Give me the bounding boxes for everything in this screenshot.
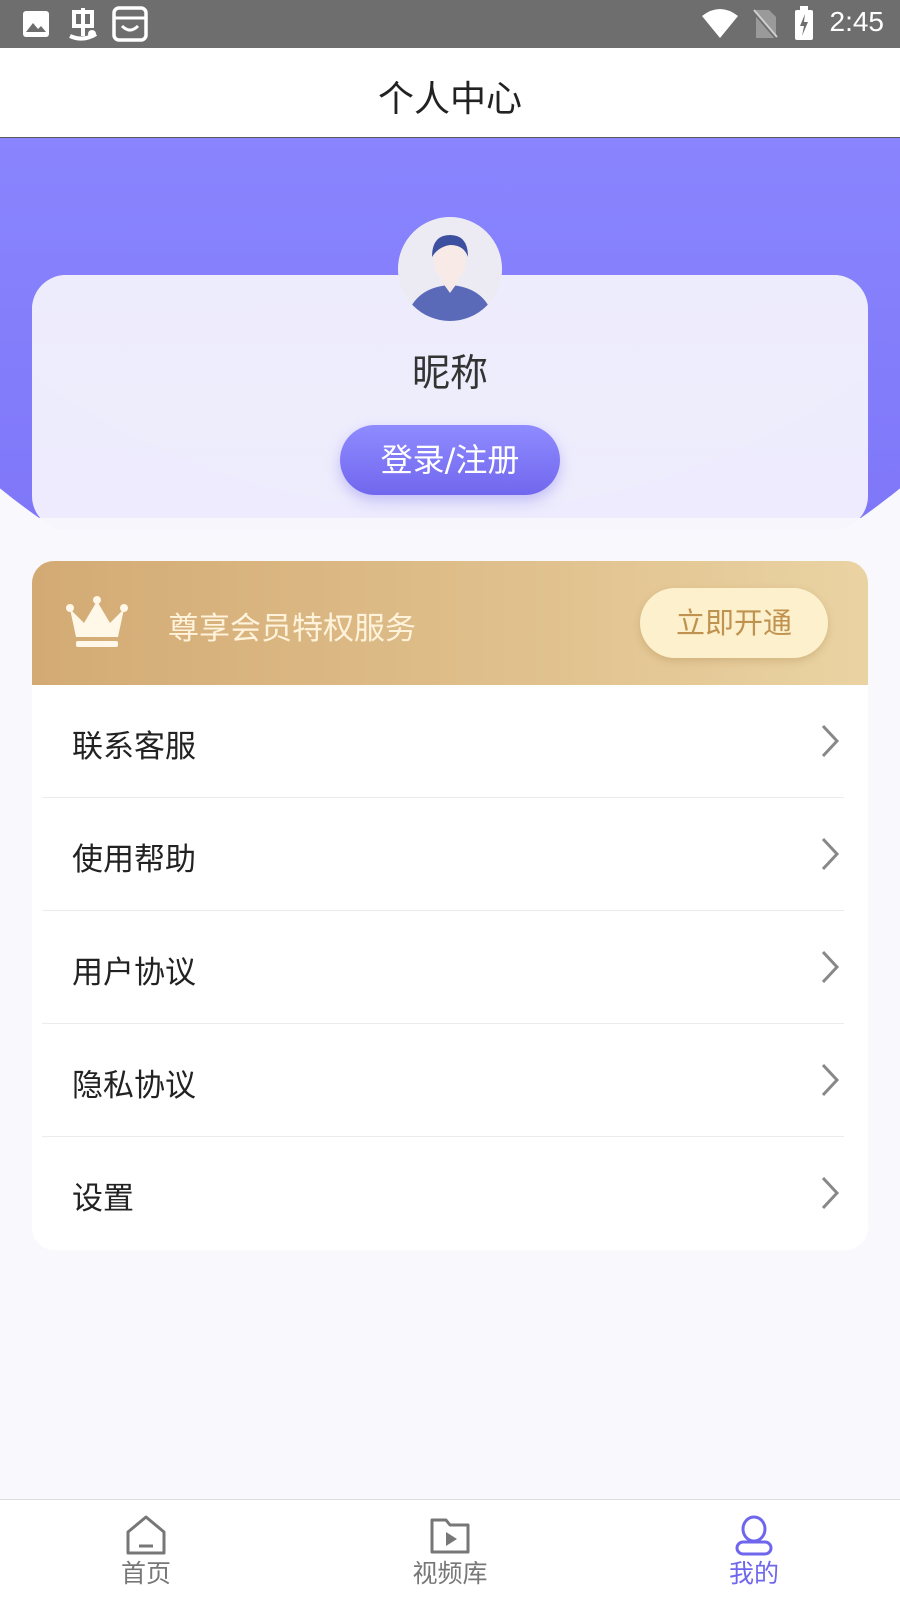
chevron-right-icon bbox=[821, 724, 840, 758]
menu-item-contact-support[interactable]: 联系客服 bbox=[32, 685, 868, 798]
nav-item-profile[interactable]: 我的 bbox=[674, 1500, 834, 1600]
video-library-icon bbox=[430, 1518, 470, 1554]
menu-item-privacy-policy[interactable]: 隐私协议 bbox=[32, 1024, 868, 1137]
chevron-right-icon bbox=[821, 837, 840, 871]
store-icon bbox=[112, 6, 148, 42]
bottom-nav: 首页 视频库 我的 bbox=[0, 1499, 900, 1600]
vip-banner[interactable]: 尊享会员特权服务 立即开通 bbox=[32, 561, 868, 685]
chevron-right-icon bbox=[821, 1176, 840, 1210]
nav-label: 视频库 bbox=[412, 1559, 488, 1588]
menu-item-label: 使用帮助 bbox=[72, 842, 196, 878]
chevron-right-icon bbox=[821, 1063, 840, 1097]
image-icon bbox=[23, 11, 49, 37]
crown-icon bbox=[66, 596, 128, 647]
menu-item-user-agreement[interactable]: 用户协议 bbox=[32, 911, 868, 1024]
status-bar: 2:45 bbox=[0, 0, 900, 48]
nav-item-video-library[interactable]: 视频库 bbox=[370, 1500, 530, 1600]
profile-icon bbox=[735, 1515, 773, 1556]
menu-item-label: 设置 bbox=[72, 1181, 134, 1217]
no-sim-icon bbox=[752, 9, 778, 40]
nav-label: 首页 bbox=[120, 1559, 171, 1588]
vip-activate-button[interactable]: 立即开通 bbox=[640, 588, 828, 658]
nav-item-home[interactable]: 首页 bbox=[66, 1500, 226, 1600]
menu-item-label: 隐私协议 bbox=[72, 1068, 196, 1104]
nickname: 昵称 bbox=[411, 351, 488, 395]
menu-list: 联系客服 使用帮助 用户协议 隐私协议 设置 bbox=[32, 685, 868, 1250]
menu-item-settings[interactable]: 设置 bbox=[32, 1137, 868, 1250]
menu-item-help[interactable]: 使用帮助 bbox=[32, 798, 868, 911]
login-register-button[interactable]: 登录/注册 bbox=[340, 425, 560, 495]
status-time: 2:45 bbox=[829, 6, 885, 37]
vip-promo-text: 尊享会员特权服务 bbox=[168, 611, 416, 647]
menu-item-label: 用户协议 bbox=[72, 955, 196, 991]
bug-icon bbox=[69, 8, 98, 41]
battery-charging-icon bbox=[795, 6, 813, 40]
nav-label: 我的 bbox=[728, 1559, 779, 1588]
home-icon bbox=[126, 1515, 166, 1555]
user-avatar-icon[interactable] bbox=[398, 217, 502, 321]
app-header: 个人中心 bbox=[0, 48, 900, 138]
page-title: 个人中心 bbox=[377, 79, 522, 120]
chevron-right-icon bbox=[821, 950, 840, 984]
menu-item-label: 联系客服 bbox=[72, 729, 196, 765]
wifi-icon bbox=[702, 9, 738, 38]
